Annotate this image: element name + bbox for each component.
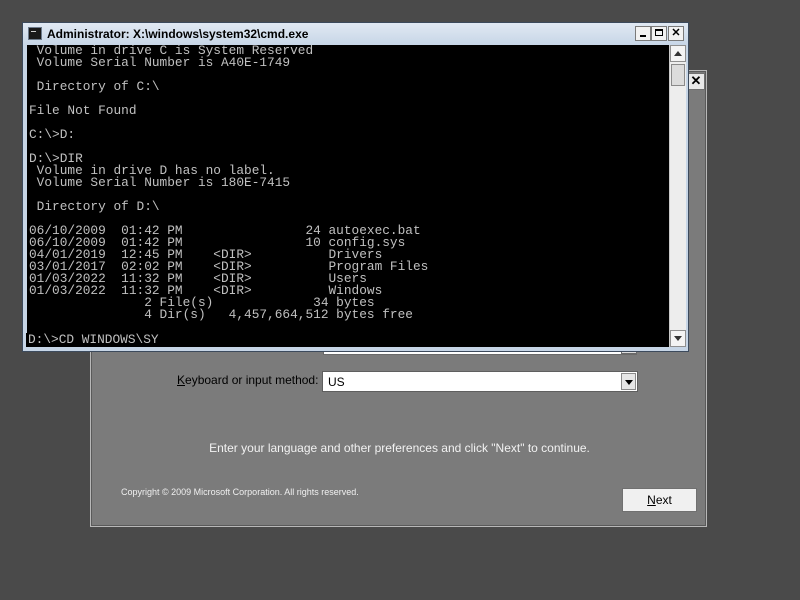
chevron-down-icon[interactable] [621,373,636,390]
keyboard-input-select[interactable]: US [322,371,638,392]
next-button[interactable]: Next [622,488,697,512]
setup-instruction-text: Enter your language and other preference… [209,441,590,455]
keyboard-input-value: US [328,375,345,389]
console-prompt-text: D:\>CD WINDOWS\SY [28,333,159,347]
vertical-scrollbar[interactable] [669,45,686,347]
close-button[interactable]: ✕ [668,26,684,41]
cmd-window-title: Administrator: X:\windows\system32\cmd.e… [47,27,309,41]
scroll-up-icon[interactable] [670,45,686,62]
scroll-thumb[interactable] [671,64,685,86]
scroll-down-icon[interactable] [670,330,686,347]
keyboard-input-label: Keyboard or input method: [177,373,319,387]
copyright-text: Copyright © 2009 Microsoft Corporation. … [121,487,359,497]
console-text: Volume in drive C is System Reserved Vol… [29,45,429,322]
cmd-app-icon [28,27,42,40]
console-prompt-line[interactable]: D:\>CD WINDOWS\SY [26,333,666,347]
setup-close-button[interactable]: ✕ [687,73,705,90]
cmd-titlebar[interactable]: Administrator: X:\windows\system32\cmd.e… [23,23,688,45]
minimize-button[interactable] [635,26,651,41]
cmd-window: Administrator: X:\windows\system32\cmd.e… [22,22,689,352]
console-output[interactable]: Volume in drive C is System Reserved Vol… [27,45,669,347]
maximize-button[interactable] [651,26,667,41]
